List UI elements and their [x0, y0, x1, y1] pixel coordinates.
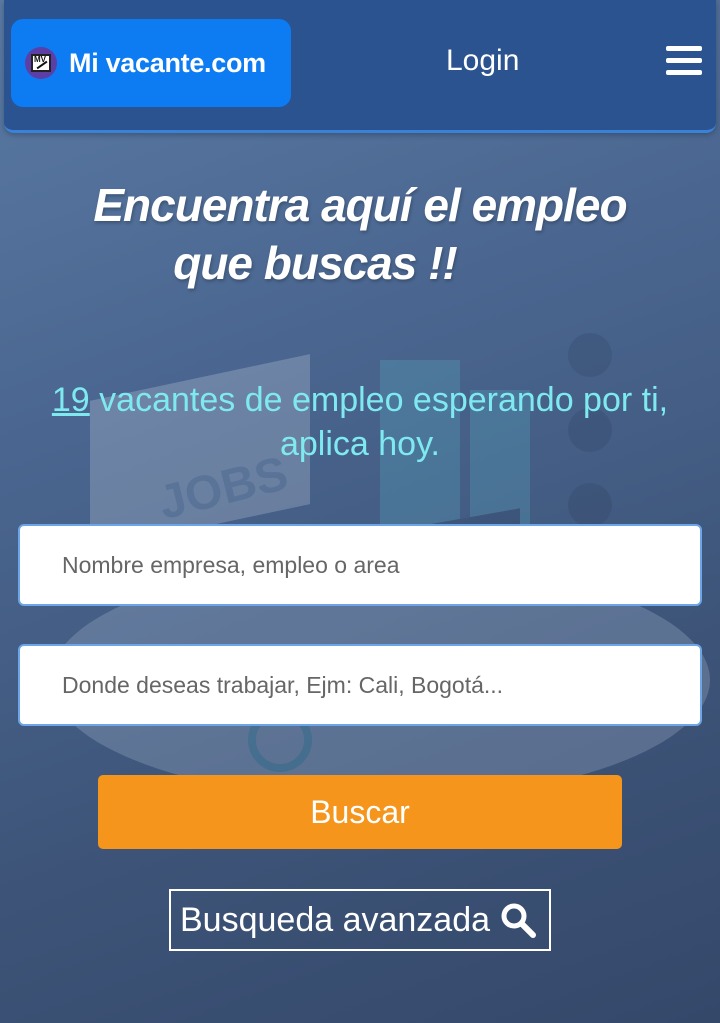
vacancies-message: 19 vacantes de empleo esperando por ti, …: [20, 378, 700, 466]
hamburger-icon[interactable]: [666, 46, 702, 78]
headline-line-1: Encuentra aquí el empleo: [93, 179, 627, 231]
advanced-search-button[interactable]: Busqueda avanzada: [169, 889, 551, 951]
location-search-input[interactable]: [18, 644, 702, 726]
brand-logo-link[interactable]: MV Mi vacante.com: [11, 19, 291, 107]
search-button[interactable]: Buscar: [98, 775, 622, 849]
brand-logo-icon: MV: [25, 47, 57, 79]
brand-name: Mi vacante.com: [69, 47, 266, 78]
keyword-search-input[interactable]: [18, 524, 702, 606]
search-icon: [501, 903, 537, 938]
top-navbar: MV Mi vacante.com Login: [4, 0, 716, 133]
page-headline: Encuentra aquí el empleo que buscas !!: [0, 176, 720, 292]
login-link[interactable]: Login: [446, 44, 519, 78]
advanced-search-label: Busqueda avanzada: [180, 900, 491, 939]
vacancies-count-link[interactable]: 19: [52, 381, 90, 419]
vacancies-text: vacantes de empleo esperando por ti, apl…: [99, 381, 669, 463]
headline-line-2: que buscas !!: [173, 237, 458, 289]
